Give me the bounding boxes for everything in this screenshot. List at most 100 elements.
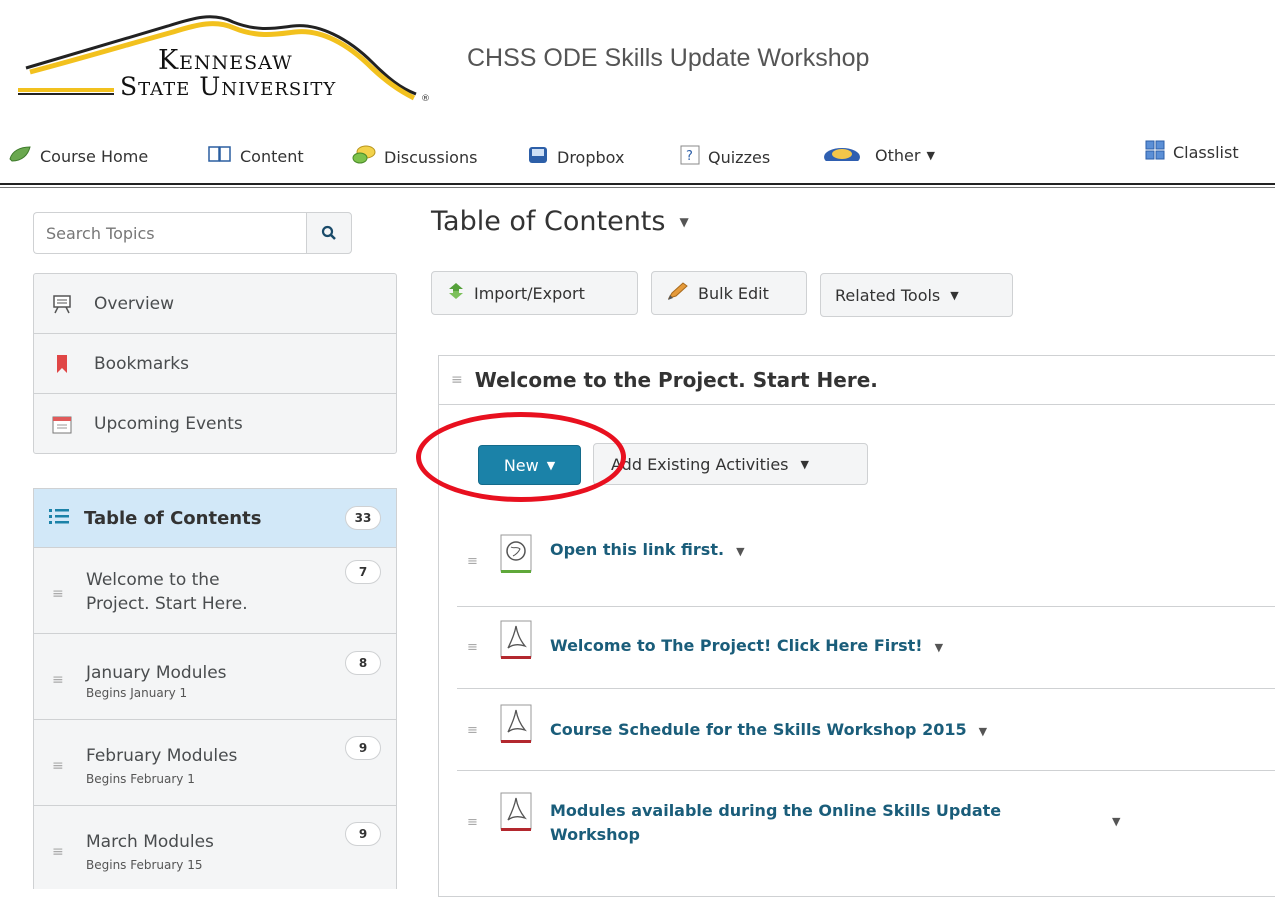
toc-module-welcome[interactable]: ≡ Welcome to the Project. Start Here. 7 [34, 547, 396, 633]
topic-title: Open this link first. [550, 540, 725, 559]
button-label: New [503, 455, 539, 475]
module-label: Welcome to the Project. Start Here. [86, 570, 248, 614]
nav-label: Content [240, 146, 304, 166]
drag-handle-icon[interactable]: ≡ [451, 372, 463, 388]
module-availability: Begins February 1 [86, 772, 195, 786]
pencil-icon [666, 281, 690, 305]
pdf-icon [499, 620, 533, 660]
course-home-icon [8, 145, 32, 167]
nav-dropbox[interactable]: Dropbox [527, 145, 624, 169]
topic-row: ≡ Open this link first. ▼ [457, 524, 1275, 607]
bulk-edit-button[interactable]: Bulk Edit [651, 271, 807, 315]
chevron-down-icon: ▼ [546, 458, 556, 472]
import-export-icon [446, 281, 466, 305]
import-export-button[interactable]: Import/Export [431, 271, 638, 315]
nav-classlist[interactable]: Classlist [1145, 140, 1239, 164]
sidebar-item-table-of-contents[interactable]: Table of Contents 33 [34, 489, 396, 547]
nav-label: Course Home [40, 146, 149, 166]
count-badge: 8 [345, 651, 381, 675]
chevron-down-icon: ▼ [679, 214, 689, 229]
chevron-down-icon[interactable]: ▼ [979, 725, 987, 738]
pdf-icon [499, 792, 533, 832]
university-logo[interactable]: Kennesaw State University ® [18, 8, 430, 108]
chevron-down-icon: ▼ [800, 457, 809, 471]
toc-module-march[interactable]: ≡ March Modules Begins February 15 9 [34, 805, 396, 891]
chevron-down-icon[interactable]: ▼ [736, 545, 744, 558]
svg-text:?: ? [686, 149, 693, 164]
topic-row: ≡ Welcome to The Project! Click Here Fir… [457, 606, 1275, 689]
search-button[interactable] [306, 212, 352, 254]
topic-title: Welcome to The Project! Click Here First… [550, 636, 923, 655]
sidebar-item-label: Bookmarks [94, 353, 189, 374]
drag-handle-icon[interactable]: ≡ [467, 815, 478, 830]
topic-link[interactable]: Welcome to The Project! Click Here First… [550, 634, 943, 660]
add-existing-activities-button[interactable]: Add Existing Activities ▼ [593, 443, 868, 485]
count-badge: 33 [345, 506, 381, 530]
button-label: Related Tools [835, 285, 941, 305]
nav-label: Dropbox [557, 147, 625, 167]
bookmark-icon [52, 353, 72, 375]
topic-row: ≡ Course Schedule for the Skills Worksho… [457, 688, 1275, 771]
count-badge: 9 [345, 736, 381, 760]
toc-module-february[interactable]: ≡ February Modules Begins February 1 9 [34, 719, 396, 805]
topic-title-line2: Workshop [550, 825, 640, 844]
nav-discussions[interactable]: Discussions [352, 145, 477, 169]
module-title[interactable]: ≡ Welcome to the Project. Start Here. [439, 356, 1275, 405]
registered-mark: ® [421, 94, 430, 104]
chevron-down-icon[interactable]: ▼ [935, 641, 943, 654]
classlist-icon [1145, 140, 1165, 164]
book-icon [208, 145, 232, 167]
drag-handle-icon[interactable]: ≡ [467, 554, 478, 569]
drag-handle-icon[interactable]: ≡ [52, 586, 64, 602]
drag-handle-icon[interactable]: ≡ [52, 758, 64, 774]
drag-handle-icon[interactable]: ≡ [467, 723, 478, 738]
toc-module-january[interactable]: ≡ January Modules Begins January 1 8 [34, 633, 396, 719]
module-availability: Begins January 1 [86, 686, 188, 700]
module-label: February Modules [86, 746, 238, 766]
sidebar-item-overview[interactable]: Overview [34, 274, 396, 334]
pdf-icon [499, 704, 533, 744]
speech-bubbles-icon [352, 145, 376, 169]
nav-divider [0, 183, 1275, 185]
count-badge: 9 [345, 822, 381, 846]
nav-label: Quizzes [708, 147, 771, 167]
topic-row: ≡ Modules available during the Online Sk… [457, 770, 1275, 880]
module-title-text: Welcome to the Project. Start Here. [474, 368, 878, 392]
nav-content[interactable]: Content [208, 145, 304, 167]
nav-quizzes[interactable]: ? Quizzes [680, 145, 770, 169]
topic-title-line1: Modules available during the Online Skil… [550, 801, 1002, 820]
course-title: CHSS ODE Skills Update Workshop [467, 44, 870, 72]
search-topics-input[interactable] [33, 212, 306, 254]
nav-label: Discussions [384, 147, 478, 167]
toc-navigation: Table of Contents 33 ≡ Welcome to the Pr… [33, 488, 397, 889]
nav-other[interactable]: Other ▼ [823, 145, 935, 166]
new-button[interactable]: New ▼ [478, 445, 581, 485]
module-availability: Begins February 15 [86, 858, 203, 872]
nav-label: Other [875, 145, 921, 165]
web-link-icon [499, 534, 533, 574]
drag-handle-icon[interactable]: ≡ [467, 640, 478, 655]
quiz-icon: ? [680, 145, 700, 169]
nav-course-home[interactable]: Course Home [8, 145, 148, 167]
drag-handle-icon[interactable]: ≡ [52, 844, 64, 860]
button-label: Add Existing Activities [611, 454, 789, 474]
count-badge: 7 [345, 560, 381, 584]
chevron-down-icon: ▼ [926, 148, 935, 162]
topic-link[interactable]: Modules available during the Online Skil… [550, 799, 1001, 847]
button-label: Bulk Edit [698, 283, 769, 303]
module-label: March Modules [86, 832, 214, 852]
related-tools-button[interactable]: Related Tools ▼ [820, 273, 1013, 317]
drag-handle-icon[interactable]: ≡ [52, 672, 64, 688]
sidebar-item-label: Overview [94, 293, 175, 314]
module-label: January Modules [86, 663, 227, 683]
topic-link[interactable]: Open this link first. ▼ [550, 538, 745, 564]
topic-link[interactable]: Course Schedule for the Skills Workshop … [550, 718, 987, 744]
page-title-text: Table of Contents [431, 206, 666, 237]
toc-label: Table of Contents [84, 507, 262, 529]
sidebar-links: Overview Bookmarks Upcoming Events [33, 273, 397, 454]
logo-wordmark-line2: State University [120, 72, 337, 101]
sidebar-item-upcoming-events[interactable]: Upcoming Events [34, 394, 396, 453]
page-title[interactable]: Table of Contents ▼ [431, 206, 689, 237]
sidebar-item-bookmarks[interactable]: Bookmarks [34, 334, 396, 394]
chevron-down-icon[interactable]: ▼ [1112, 815, 1120, 828]
